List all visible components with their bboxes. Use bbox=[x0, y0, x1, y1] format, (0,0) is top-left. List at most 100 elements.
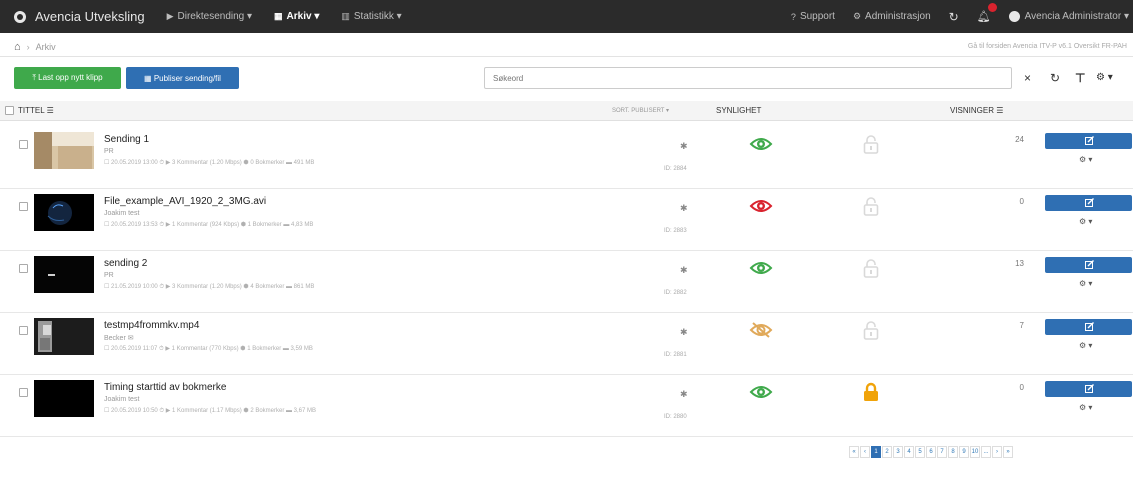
refresh-list-icon[interactable]: ↻ bbox=[1050, 71, 1060, 85]
nav-support[interactable]: ? Support bbox=[791, 11, 835, 22]
video-title[interactable]: File_example_AVI_1920_2_3MG.avi bbox=[104, 196, 266, 207]
page-button[interactable]: 1 bbox=[871, 446, 881, 458]
search-input[interactable] bbox=[484, 67, 1012, 89]
brand-logo-icon bbox=[14, 10, 26, 23]
row-checkbox[interactable] bbox=[19, 140, 28, 149]
nav-direktesending[interactable]: ▶ Direktesending ▾ bbox=[167, 11, 252, 22]
edit-button[interactable] bbox=[1045, 319, 1132, 335]
row-checkbox[interactable] bbox=[19, 388, 28, 397]
video-owner: PR bbox=[104, 272, 114, 279]
nav-administrasjon[interactable]: ⚙ Administrasjon bbox=[853, 11, 931, 22]
table-row[interactable]: File_example_AVI_1920_2_3MG.avi Joakim te… bbox=[0, 189, 1133, 251]
brand[interactable]: Avencia Utveksling bbox=[14, 9, 145, 24]
page-button[interactable]: 5 bbox=[915, 446, 925, 458]
star-icon[interactable]: ✱ bbox=[680, 265, 688, 276]
settings-dropdown-icon[interactable]: ⚙ ▾ bbox=[1096, 72, 1113, 83]
server-info[interactable]: Gå til forsiden Avencia ITV-P v6.1 Overs… bbox=[968, 43, 1127, 50]
notifications-button[interactable]: 🔔︎ bbox=[976, 3, 997, 23]
clear-search-icon[interactable]: × bbox=[1024, 71, 1031, 85]
table-row[interactable]: Sending 1 PR ☐ 20.05.2019 13:00 ⏱ ▶ 3 Komm… bbox=[0, 127, 1133, 189]
gears-icon: ⚙ bbox=[852, 11, 862, 21]
lock-icon[interactable] bbox=[863, 382, 879, 402]
page-button[interactable]: 8 bbox=[948, 446, 958, 458]
header-title[interactable]: TITTEL ☰ bbox=[18, 106, 54, 115]
eye-slash-icon[interactable] bbox=[749, 321, 773, 339]
star-icon[interactable]: ✱ bbox=[680, 141, 688, 152]
nav-statistikk[interactable]: ▥ Statistikk ▾ bbox=[341, 11, 401, 22]
row-checkbox[interactable] bbox=[19, 202, 28, 211]
video-title[interactable]: sending 2 bbox=[104, 258, 147, 269]
breadcrumb-separator: › bbox=[26, 41, 30, 52]
publish-button[interactable]: ▦ Publiser sending/fil bbox=[126, 67, 239, 89]
page-button[interactable]: 4 bbox=[904, 446, 914, 458]
page-button[interactable]: « bbox=[849, 446, 859, 458]
row-settings-dropdown[interactable]: ⚙ ▾ bbox=[1079, 403, 1092, 412]
filter-icon[interactable]: ⊤ bbox=[1075, 71, 1085, 85]
row-settings-dropdown[interactable]: ⚙ ▾ bbox=[1079, 155, 1092, 164]
eye-icon[interactable] bbox=[749, 259, 773, 277]
header-published[interactable]: SORT. PUBLISERT ▾ bbox=[612, 107, 669, 114]
top-navbar: Avencia Utveksling ▶ Direktesending ▾ ▦ … bbox=[0, 0, 1133, 33]
page-button[interactable]: 7 bbox=[937, 446, 947, 458]
unlock-icon[interactable] bbox=[863, 258, 879, 278]
refresh-button[interactable]: ↻ bbox=[949, 10, 959, 24]
page-button[interactable]: ‹ bbox=[860, 446, 870, 458]
edit-button[interactable] bbox=[1045, 257, 1132, 273]
row-settings-dropdown[interactable]: ⚙ ▾ bbox=[1079, 217, 1092, 226]
star-icon[interactable]: ✱ bbox=[680, 389, 688, 400]
page-button[interactable]: 3 bbox=[893, 446, 903, 458]
video-thumbnail[interactable] bbox=[34, 318, 94, 355]
breadcrumb-arkiv[interactable]: Arkiv bbox=[36, 42, 56, 52]
edit-icon bbox=[1085, 322, 1094, 331]
header-views[interactable]: VISNINGER ☰ bbox=[950, 106, 1003, 115]
edit-icon bbox=[1085, 260, 1094, 269]
table-row[interactable]: sending 2 PR ☐ 21.05.2019 10:00 ⏱ ▶ 3 Komm… bbox=[0, 251, 1133, 313]
page-button[interactable]: 2 bbox=[882, 446, 892, 458]
unlock-icon[interactable] bbox=[863, 320, 879, 340]
statistics-icon: ▥ bbox=[341, 11, 350, 21]
refresh-icon: ↻ bbox=[948, 9, 959, 24]
row-checkbox[interactable] bbox=[19, 326, 28, 335]
user-menu[interactable]: Avencia Administrator ▾ bbox=[1008, 11, 1129, 22]
video-id: ID: 2882 bbox=[664, 290, 687, 296]
bell-icon: 🔔︎ bbox=[976, 11, 991, 23]
row-settings-dropdown[interactable]: ⚙ ▾ bbox=[1079, 341, 1092, 350]
nav-support-label: Support bbox=[799, 11, 835, 22]
upload-clip-button[interactable]: ⤒ Last opp nytt klipp bbox=[14, 67, 121, 89]
page-button[interactable]: 10 bbox=[970, 446, 980, 458]
eye-icon[interactable] bbox=[749, 135, 773, 153]
star-icon[interactable]: ✱ bbox=[680, 327, 688, 338]
video-id: ID: 2884 bbox=[664, 166, 687, 172]
page-button[interactable]: ... bbox=[981, 446, 991, 458]
nav-direktesending-label: Direktesending ▾ bbox=[177, 11, 253, 22]
unlock-icon[interactable] bbox=[863, 196, 879, 216]
home-icon[interactable]: ⌂ bbox=[14, 41, 21, 53]
edit-button[interactable] bbox=[1045, 195, 1132, 211]
table-row[interactable]: testmp4frommkv.mp4 Becker ✉ ☐ 20.05.2019 1… bbox=[0, 313, 1133, 375]
video-meta: ☐ 20.05.2019 13:00 ⏱ ▶ 3 Kommentar (1.20… bbox=[104, 160, 315, 166]
page-button[interactable]: » bbox=[1003, 446, 1013, 458]
view-count: 7 bbox=[1019, 321, 1024, 330]
nav-arkiv[interactable]: ▦ Arkiv ▾ bbox=[274, 11, 319, 22]
star-icon[interactable]: ✱ bbox=[680, 203, 688, 214]
page-button[interactable]: › bbox=[992, 446, 1002, 458]
video-title[interactable]: testmp4frommkv.mp4 bbox=[104, 320, 199, 331]
video-thumbnail[interactable] bbox=[34, 380, 94, 417]
select-all-checkbox[interactable] bbox=[5, 106, 14, 115]
edit-icon bbox=[1085, 384, 1094, 393]
edit-button[interactable] bbox=[1045, 133, 1132, 149]
video-title[interactable]: Sending 1 bbox=[104, 134, 149, 145]
video-thumbnail[interactable] bbox=[34, 256, 94, 293]
video-thumbnail[interactable] bbox=[34, 132, 94, 169]
video-title[interactable]: Timing starttid av bokmerke bbox=[104, 382, 226, 393]
edit-button[interactable] bbox=[1045, 381, 1132, 397]
page-button[interactable]: 9 bbox=[959, 446, 969, 458]
row-checkbox[interactable] bbox=[19, 264, 28, 273]
table-row[interactable]: Timing starttid av bokmerke Joakim test ☐ … bbox=[0, 375, 1133, 437]
unlock-icon[interactable] bbox=[863, 134, 879, 154]
eye-hidden-icon[interactable] bbox=[749, 197, 773, 215]
video-thumbnail[interactable] bbox=[34, 194, 94, 231]
page-button[interactable]: 6 bbox=[926, 446, 936, 458]
eye-icon[interactable] bbox=[749, 383, 773, 401]
row-settings-dropdown[interactable]: ⚙ ▾ bbox=[1079, 279, 1092, 288]
